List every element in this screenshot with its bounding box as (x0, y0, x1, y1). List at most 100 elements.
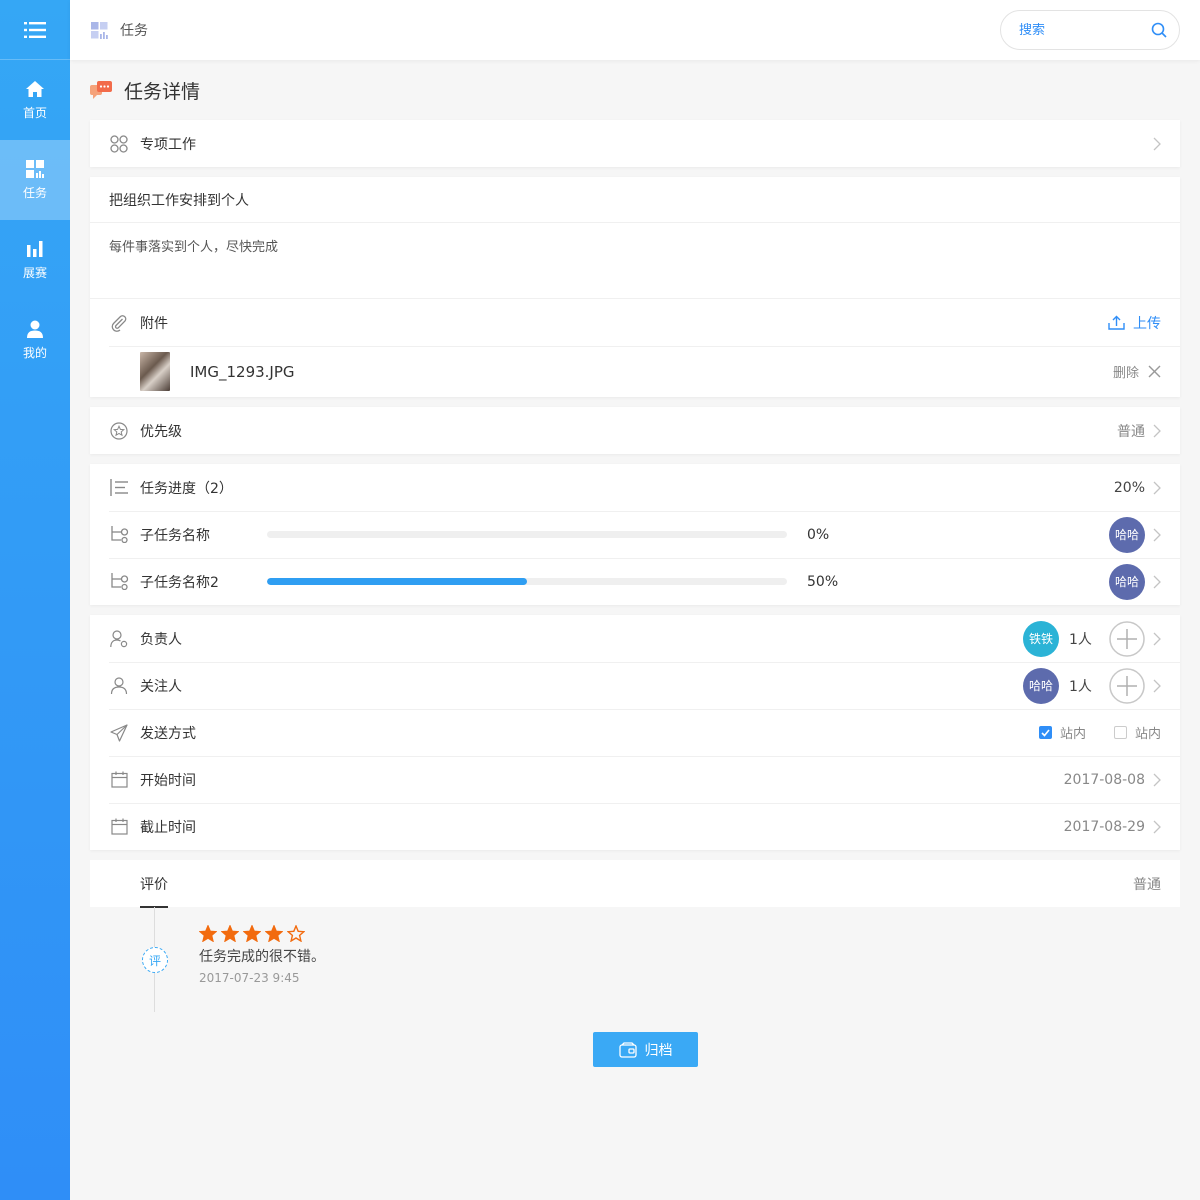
priority-label: 优先级 (140, 423, 182, 440)
header: 任务 (70, 0, 1200, 60)
archive-button[interactable]: 归档 (593, 1032, 698, 1067)
chevron-right-icon (1153, 528, 1161, 542)
subtask-name: 子任务名称2 (140, 574, 219, 591)
check-icon (1041, 728, 1050, 737)
search-input[interactable] (1019, 22, 1139, 38)
evaluation-entry: 任务完成的很不错。 2017-07-23 9:45 (199, 925, 325, 985)
start-time-value: 2017-08-08 (1063, 771, 1145, 788)
chevron-right-icon (1153, 773, 1161, 787)
sidebar-item-label: 展赛 (22, 265, 47, 280)
menu-icon (24, 21, 46, 38)
priority-row[interactable]: 优先级 普通 (90, 407, 1180, 454)
upload-icon (1108, 315, 1125, 330)
search-icon[interactable] (1151, 22, 1167, 38)
subtask-progress-bar (267, 531, 787, 538)
sidebar-item-home[interactable]: 首页 (0, 60, 70, 140)
sidebar-item-label: 任务 (22, 185, 47, 200)
avatar[interactable]: 铁铁 (1023, 620, 1059, 657)
breadcrumb: 任务 (120, 23, 148, 39)
upload-label: 上传 (1133, 315, 1161, 332)
special-work-label: 专项工作 (140, 136, 196, 153)
file-name[interactable]: IMG_1293.JPG (190, 363, 295, 381)
task-title: 把组织工作安排到个人 (90, 177, 1180, 223)
sidebar: 首页 任务 展赛 我的 (0, 0, 70, 1200)
chevron-right-icon (1153, 632, 1161, 646)
send-option-label: 站内 (1134, 727, 1161, 742)
chevron-right-icon (1153, 424, 1161, 438)
progress-row[interactable]: 任务进度（2） 20% (90, 464, 1180, 511)
chevron-right-icon (1153, 575, 1161, 589)
archive-label: 归档 (644, 1042, 673, 1059)
sidebar-item-task[interactable]: 任务 (0, 140, 70, 220)
end-time-label: 截止时间 (140, 819, 196, 836)
upload-button[interactable]: 上传 (1108, 313, 1161, 333)
add-follower-button[interactable] (1109, 667, 1145, 704)
subtask-tree-icon (109, 526, 129, 543)
attachment-label: 附件 (140, 315, 168, 332)
user-gear-icon (109, 629, 129, 648)
paperclip-icon (109, 314, 129, 332)
chevron-right-icon (1153, 820, 1161, 834)
send-option[interactable]: 站内 (1113, 723, 1161, 742)
chevron-right-icon (1153, 481, 1161, 495)
bar-chart-icon (27, 240, 43, 257)
calendar-icon (109, 771, 129, 788)
sidebar-item-exhibition[interactable]: 展赛 (0, 220, 70, 300)
end-time-value: 2017-08-29 (1063, 818, 1145, 835)
attachment-file-row: IMG_1293.JPG 删除 (90, 346, 1180, 397)
details-card: 负责人 铁铁 1人 关注人 哈哈 1人 发送方式 站内 站内 开始时间 2017… (90, 615, 1180, 850)
star-circle-icon (109, 421, 129, 440)
menu-button[interactable] (0, 0, 70, 60)
chevron-right-icon (1153, 679, 1161, 693)
send-option[interactable]: 站内 (1038, 723, 1086, 742)
calendar-icon (109, 818, 129, 835)
subtask-progress-bar (267, 578, 787, 585)
owner-row[interactable]: 负责人 铁铁 1人 (90, 615, 1180, 662)
sidebar-item-mine[interactable]: 我的 (0, 300, 70, 380)
task-card: 把组织工作安排到个人 每件事落实到个人，尽快完成 附件 上传 IMG_1293.… (90, 177, 1180, 397)
follower-label: 关注人 (140, 678, 182, 695)
progress-label: 任务进度（2） (140, 480, 233, 497)
subtask-row[interactable]: 子任务名称 0% 哈哈 (90, 511, 1180, 558)
star-outline-icon[interactable] (287, 925, 305, 942)
archive-box-icon (618, 1041, 637, 1058)
page-title: 任务详情 (124, 80, 201, 103)
star-filled-icon[interactable] (221, 925, 239, 942)
paper-plane-icon (109, 723, 129, 742)
subtask-row[interactable]: 子任务名称2 50% 哈哈 (90, 558, 1180, 605)
evaluation-comment: 任务完成的很不错。 (199, 949, 325, 965)
close-icon (1148, 365, 1161, 378)
add-owner-button[interactable] (1109, 620, 1145, 657)
avatar[interactable]: 哈哈 (1109, 563, 1145, 600)
avatar[interactable]: 哈哈 (1023, 667, 1059, 704)
progress-card: 任务进度（2） 20% 子任务名称 0% 哈哈 子任务名称2 50% 哈哈 (90, 464, 1180, 605)
follower-count: 1人 (1069, 678, 1092, 695)
subtask-percent: 0% (807, 526, 830, 543)
subtask-name: 子任务名称 (140, 527, 210, 544)
end-time-row[interactable]: 截止时间 2017-08-29 (90, 803, 1180, 850)
avatar[interactable]: 哈哈 (1109, 516, 1145, 553)
special-card: 专项工作 (90, 120, 1180, 167)
chat-bubbles-icon (90, 81, 112, 99)
checkbox-unchecked[interactable] (1113, 726, 1127, 739)
checkbox-checked[interactable] (1038, 726, 1052, 739)
star-filled-icon[interactable] (243, 925, 261, 942)
special-work-row[interactable]: 专项工作 (90, 120, 1180, 167)
subtask-progress-fill (267, 578, 527, 585)
start-time-row[interactable]: 开始时间 2017-08-08 (90, 756, 1180, 803)
send-option-label: 站内 (1059, 727, 1086, 742)
user-icon (27, 320, 43, 338)
delete-file-button[interactable]: 删除 (1113, 362, 1161, 381)
file-thumbnail[interactable] (140, 352, 170, 391)
star-filled-icon[interactable] (199, 925, 217, 942)
list-lines-icon (109, 479, 129, 496)
page-title-bar: 任务详情 (90, 60, 1180, 120)
owner-count: 1人 (1069, 631, 1092, 648)
star-filled-icon[interactable] (265, 925, 283, 942)
four-circles-icon (109, 134, 129, 153)
grid-icon (25, 159, 44, 178)
progress-value: 20% (1113, 479, 1145, 496)
follower-row[interactable]: 关注人 哈哈 1人 (90, 662, 1180, 709)
subtask-tree-icon (109, 573, 129, 590)
evaluation-header[interactable]: 评价 普通 (90, 860, 1180, 908)
